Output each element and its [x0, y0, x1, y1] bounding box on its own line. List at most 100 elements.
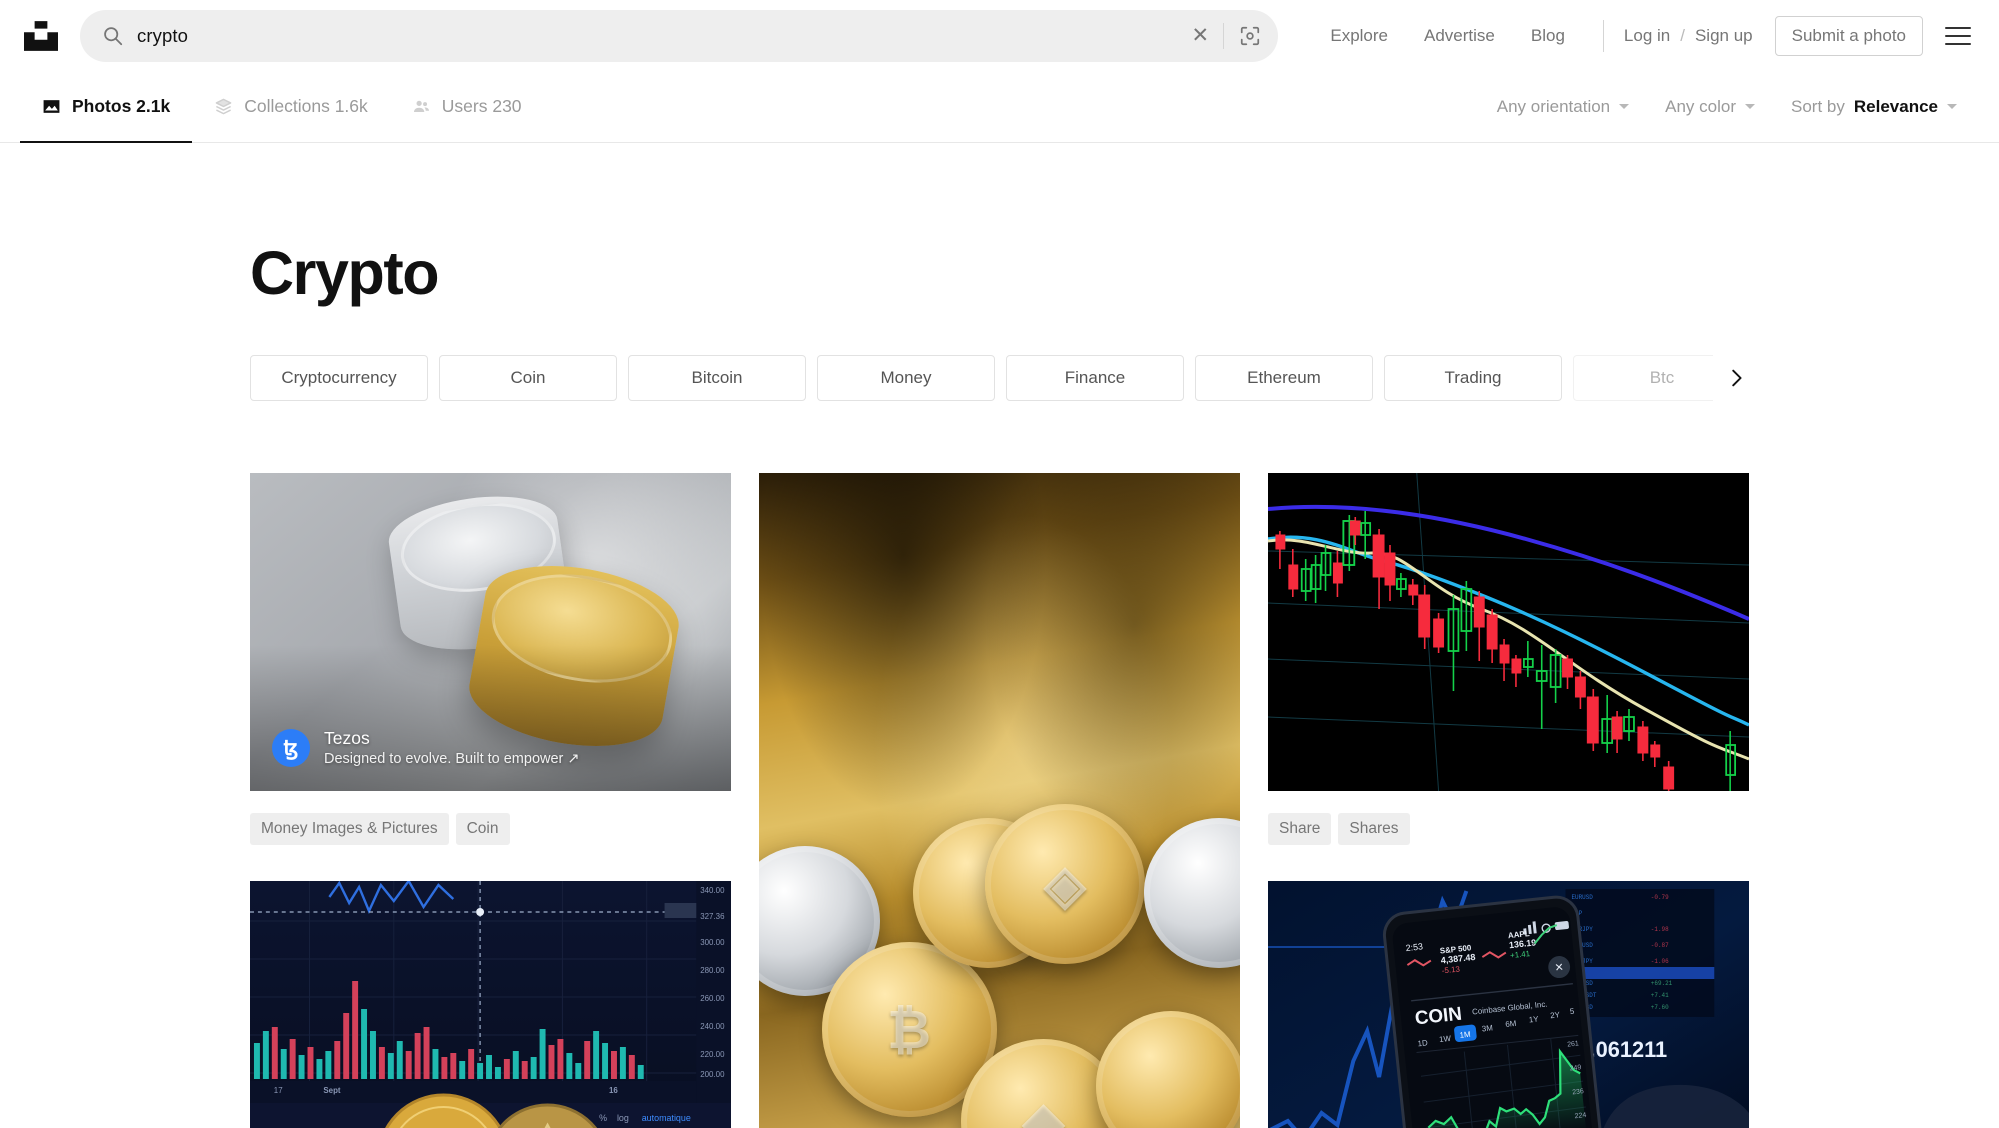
nav-link-advertise[interactable]: Advertise — [1406, 26, 1513, 46]
svg-text:✕: ✕ — [1554, 962, 1564, 975]
related-tag-bitcoin[interactable]: Bitcoin — [628, 355, 806, 401]
grid-column-1: ꜩ Tezos Designed to evolve. Built to emp… — [250, 473, 731, 1128]
photo-card-2: ₿ ◈ ◆ — [759, 473, 1240, 1128]
tab-collections[interactable]: Collections 1.6k — [192, 71, 390, 142]
svg-text:240.00: 240.00 — [700, 1022, 725, 1031]
related-tags-carousel: Cryptocurrency Coin Bitcoin Money Financ… — [250, 355, 1759, 401]
photo-card-4: 340.00 327.36 300.00 280.00 260.00 240.0… — [250, 881, 731, 1128]
visual-search-icon[interactable] — [1230, 18, 1270, 54]
search-subnav: Photos 2.1k Collections 1.6k Users 230 A… — [0, 71, 1999, 143]
search-bar[interactable]: ✕ — [80, 9, 1279, 62]
photo-card-5: EURUSDGBPEURJPY GBPUSDUSDJPY BTCUSDBTCUS… — [1268, 881, 1749, 1128]
filter-color[interactable]: Any color — [1647, 97, 1773, 117]
photo-card-3: Share Shares — [1268, 473, 1749, 881]
main-content: Crypto Cryptocurrency Coin Bitcoin Money… — [0, 238, 1999, 1128]
svg-text:-0.87: -0.87 — [1651, 942, 1669, 949]
unsplash-logo[interactable] — [20, 15, 62, 57]
svg-text:1M: 1M — [1459, 1030, 1471, 1040]
collections-stack-icon — [214, 97, 233, 116]
search-icon — [102, 25, 123, 46]
submit-photo-button[interactable]: Submit a photo — [1774, 15, 1923, 56]
svg-text:-1.06: -1.06 — [1651, 958, 1669, 965]
grid-column-3: Share Shares EURUSD EURJPY -0.79 -1.98 -… — [1268, 473, 1749, 1128]
header-divider — [1602, 19, 1604, 52]
svg-text:+7.41: +7.41 — [1651, 992, 1669, 999]
signup-link[interactable]: Sign up — [1695, 26, 1753, 46]
tab-collections-label: Collections 1.6k — [244, 96, 368, 116]
svg-text:-1.98: -1.98 — [1651, 926, 1669, 933]
svg-text:1Y: 1Y — [1528, 1014, 1539, 1024]
filter-orientation[interactable]: Any orientation — [1479, 97, 1647, 117]
photo-card-3-tags: Share Shares — [1268, 813, 1749, 845]
tab-users-label: Users 230 — [441, 96, 522, 116]
svg-text:1D: 1D — [1417, 1038, 1428, 1048]
search-input[interactable] — [137, 24, 1184, 47]
svg-text:220.00: 220.00 — [700, 1050, 725, 1059]
login-link[interactable]: Log in — [1624, 26, 1670, 46]
photo-thumbnail-marble-coins[interactable]: ꜩ Tezos Designed to evolve. Built to emp… — [250, 473, 731, 791]
svg-text:+69.21: +69.21 — [1651, 980, 1673, 987]
sponsor-tagline: Designed to evolve. Built to empower ↗ — [324, 751, 580, 768]
svg-text:-0.79: -0.79 — [1651, 894, 1669, 901]
tab-photos-label: Photos 2.1k — [72, 96, 171, 116]
svg-text:200.00: 200.00 — [700, 1070, 725, 1079]
photo-grid: ꜩ Tezos Designed to evolve. Built to emp… — [250, 473, 1749, 1128]
primary-nav: Explore Advertise Blog — [1312, 26, 1583, 46]
svg-text:1W: 1W — [1439, 1034, 1452, 1044]
tab-photos[interactable]: Photos 2.1k — [20, 71, 193, 143]
svg-text:16: 16 — [609, 1086, 618, 1095]
nav-link-explore[interactable]: Explore — [1312, 26, 1406, 46]
svg-text:261: 261 — [1567, 1040, 1579, 1048]
svg-text:300.00: 300.00 — [700, 938, 725, 947]
related-tags-list: Cryptocurrency Coin Bitcoin Money Financ… — [250, 355, 1750, 401]
chevron-right-icon[interactable] — [1713, 355, 1759, 401]
related-tag-cryptocurrency[interactable]: Cryptocurrency — [250, 355, 428, 401]
hamburger-menu-icon[interactable] — [1945, 21, 1975, 51]
svg-text:log: log — [617, 1113, 629, 1123]
nav-link-blog[interactable]: Blog — [1513, 26, 1583, 46]
photo-thumbnail-candlestick-chart[interactable] — [1268, 473, 1749, 791]
svg-text:6M: 6M — [1505, 1019, 1517, 1029]
svg-text:+7.60: +7.60 — [1651, 1004, 1669, 1011]
chevron-down-icon — [1745, 104, 1756, 109]
coin-binance: ◈ — [985, 804, 1146, 965]
clear-search-icon[interactable]: ✕ — [1183, 19, 1217, 53]
photo-tag-money-images[interactable]: Money Images & Pictures — [250, 813, 449, 845]
users-icon — [412, 97, 431, 116]
filter-color-label: Any color — [1665, 96, 1737, 116]
svg-text:3M: 3M — [1481, 1023, 1493, 1033]
related-tag-money[interactable]: Money — [817, 355, 995, 401]
sponsor-overlay[interactable]: ꜩ Tezos Designed to evolve. Built to emp… — [272, 727, 580, 769]
filter-orientation-label: Any orientation — [1496, 96, 1611, 116]
photo-tag-shares[interactable]: Shares — [1338, 813, 1410, 845]
svg-text:Sept: Sept — [323, 1086, 341, 1095]
result-tabs: Photos 2.1k Collections 1.6k Users 230 — [20, 71, 544, 143]
tezos-logo-icon: ꜩ — [272, 729, 310, 768]
grid-column-2: ₿ ◈ ◆ — [759, 473, 1240, 1128]
filter-sort[interactable]: Sort by Relevance — [1773, 97, 1975, 117]
svg-text:%: % — [599, 1113, 607, 1123]
photo-thumbnail-gold-coins[interactable]: ₿ ◈ ◆ — [759, 473, 1240, 1128]
related-tag-trading[interactable]: Trading — [1384, 355, 1562, 401]
filter-sort-value: Relevance — [1853, 96, 1938, 116]
chevron-down-icon — [1947, 104, 1957, 109]
tab-users[interactable]: Users 230 — [390, 71, 544, 142]
svg-text:EURUSD: EURUSD — [1571, 894, 1593, 901]
photo-tag-share[interactable]: Share — [1268, 813, 1332, 845]
related-tag-coin[interactable]: Coin — [439, 355, 617, 401]
related-tag-finance[interactable]: Finance — [1006, 355, 1184, 401]
svg-text:260.00: 260.00 — [700, 994, 725, 1003]
auth-group: Log in / Sign up Submit a photo — [1624, 15, 1923, 56]
related-tag-ethereum[interactable]: Ethereum — [1195, 355, 1373, 401]
filter-sort-label: Sort by — [1791, 96, 1845, 116]
search-divider — [1223, 22, 1225, 49]
svg-text:2:53: 2:53 — [1405, 941, 1423, 953]
svg-text:340.00: 340.00 — [700, 886, 725, 895]
svg-text:17: 17 — [274, 1086, 283, 1095]
svg-text:280.00: 280.00 — [700, 966, 725, 975]
photo-thumbnail-trading-terminal[interactable]: 340.00 327.36 300.00 280.00 260.00 240.0… — [250, 881, 731, 1128]
svg-text:249: 249 — [1569, 1064, 1581, 1072]
photo-card-1: ꜩ Tezos Designed to evolve. Built to emp… — [250, 473, 731, 881]
photo-tag-coin[interactable]: Coin — [455, 813, 510, 845]
photo-thumbnail-phone-coin-chart[interactable]: EURUSDGBPEURJPY GBPUSDUSDJPY BTCUSDBTCUS… — [1268, 881, 1749, 1128]
